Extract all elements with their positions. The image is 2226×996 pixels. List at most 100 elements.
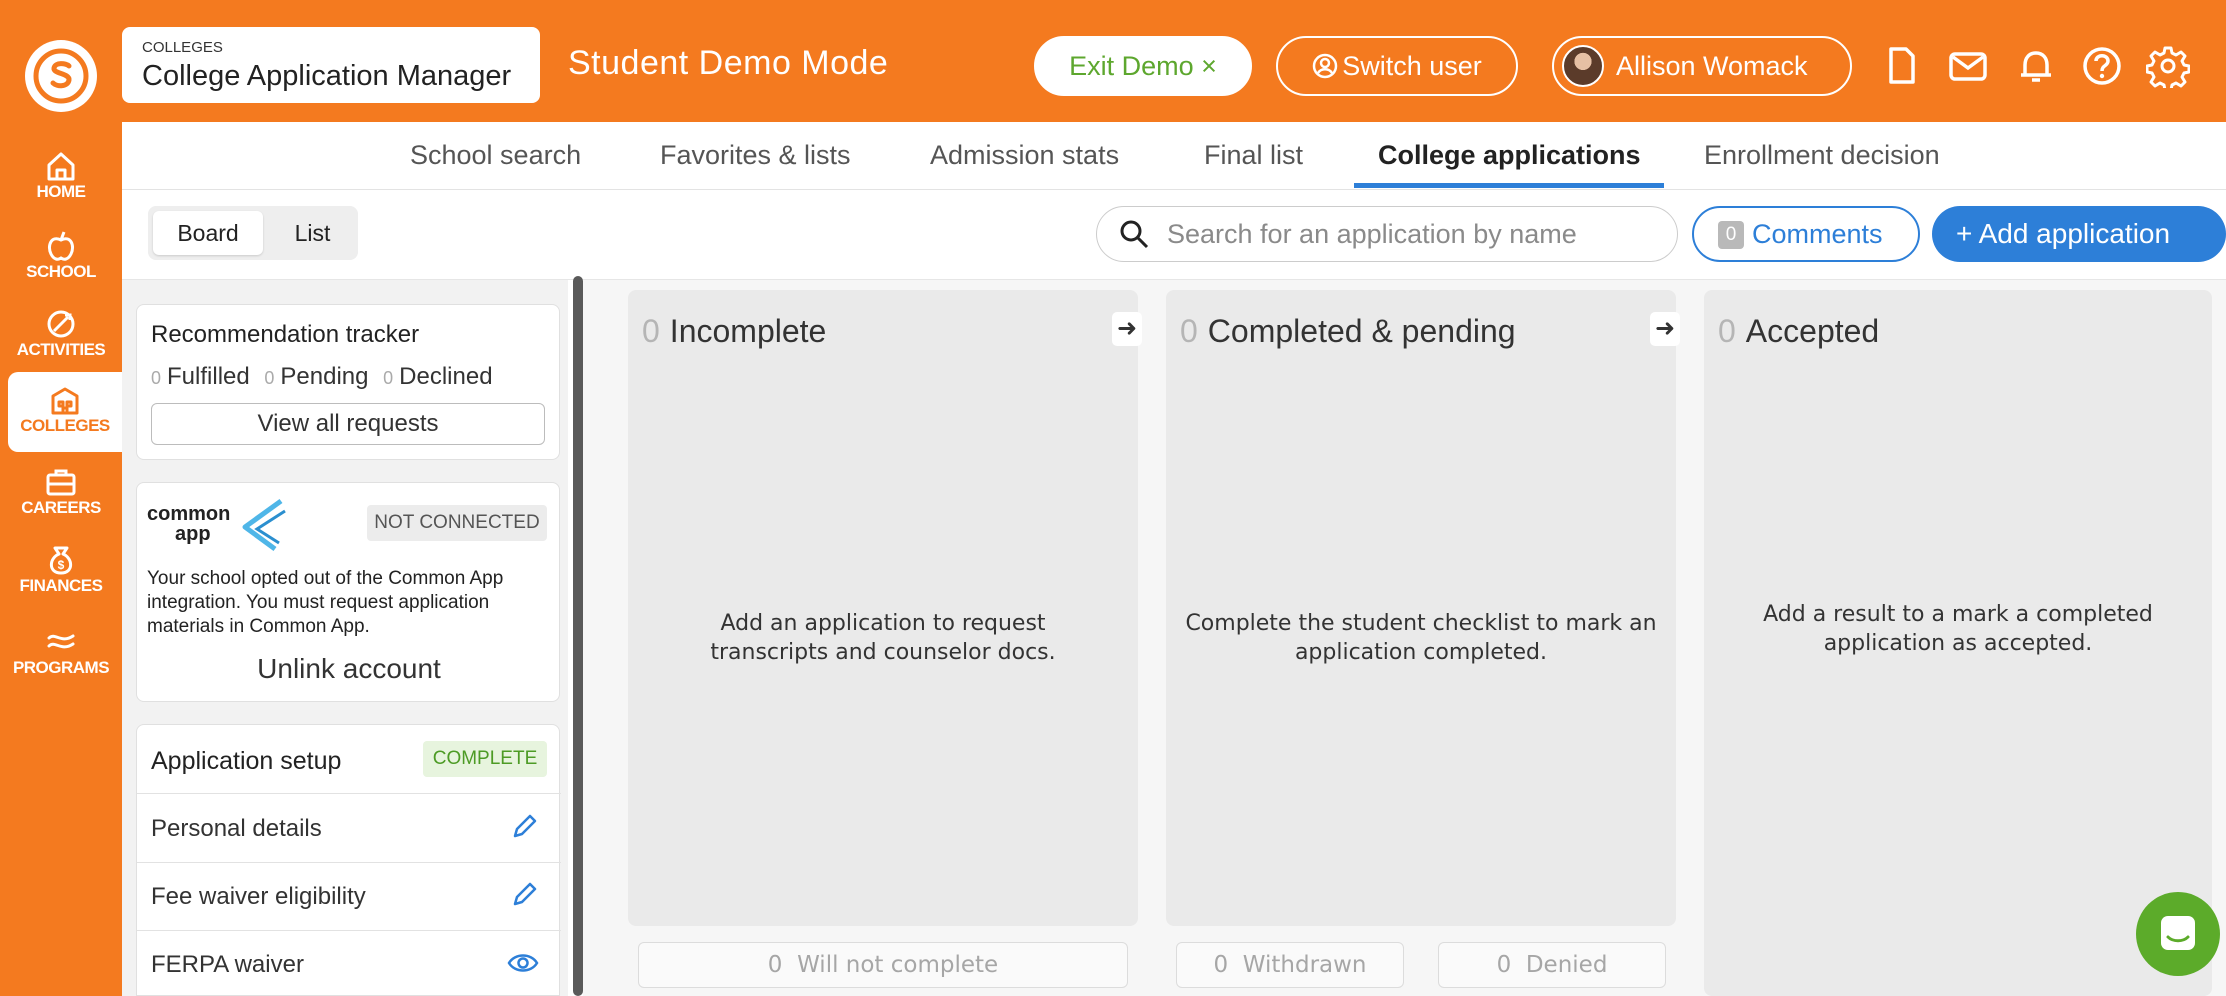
- column-count: 0: [642, 313, 660, 349]
- pending-count: 0: [264, 368, 275, 388]
- active-tab-indicator: [1354, 183, 1664, 188]
- setup-status-badge: COMPLETE: [423, 741, 547, 777]
- user-circle-icon: [1312, 53, 1338, 79]
- document-icon[interactable]: [1880, 44, 1924, 88]
- sidebar-item-label: SCHOOL: [26, 262, 96, 281]
- common-app-card: common app NOT CONNECTED Your school opt…: [136, 482, 560, 702]
- panel-scrollbar[interactable]: [573, 276, 583, 996]
- module-caption: COLLEGES: [142, 39, 223, 56]
- apple-icon: [47, 231, 75, 261]
- sidebar-item-school[interactable]: SCHOOL: [0, 226, 122, 282]
- user-menu-button[interactable]: Allison Womack: [1552, 36, 1852, 96]
- board-view-button[interactable]: Board: [153, 211, 263, 255]
- pencil-icon[interactable]: [509, 812, 539, 842]
- money-bag-icon: $: [49, 546, 73, 575]
- common-app-logo: common app: [147, 497, 297, 557]
- logo-s-icon: [33, 48, 89, 104]
- column-incomplete: [628, 290, 1138, 926]
- move-right-arrow-icon[interactable]: ➜: [1112, 312, 1142, 346]
- sidebar-item-label: HOME: [36, 182, 87, 201]
- application-setup-card: Application setup COMPLETE Personal deta…: [136, 724, 561, 996]
- sidebar-item-programs[interactable]: PROGRAMS: [0, 622, 122, 678]
- chat-icon: [2161, 916, 2195, 950]
- setup-item-ferpa-waiver[interactable]: FERPA waiver: [137, 931, 561, 996]
- bell-icon[interactable]: [2014, 44, 2058, 88]
- sidebar-item-label: CAREERS: [21, 498, 101, 517]
- will-not-complete-bucket[interactable]: 0 Will not complete: [638, 942, 1128, 988]
- setup-item-label: Personal details: [151, 815, 322, 842]
- bucket-count: 0: [1496, 952, 1512, 978]
- pencil-icon[interactable]: [509, 880, 539, 910]
- settings-gear-icon[interactable]: [2146, 44, 2190, 88]
- bucket-label: Denied: [1525, 952, 1608, 978]
- declined-count: 0: [383, 368, 394, 388]
- module-switcher[interactable]: COLLEGES College Application Manager: [122, 27, 540, 103]
- chat-launcher-button[interactable]: [2136, 892, 2220, 976]
- sidebar-item-colleges[interactable]: COLLEGES: [8, 372, 122, 452]
- bucket-label: Withdrawn: [1242, 952, 1367, 978]
- tab-favorites-lists[interactable]: Favorites & lists: [660, 140, 851, 171]
- column-title-text: Accepted: [1745, 313, 1880, 349]
- move-right-arrow-icon[interactable]: ➜: [1650, 312, 1680, 346]
- unlink-account-link[interactable]: Unlink account: [137, 653, 561, 685]
- tab-enrollment-decision[interactable]: Enrollment decision: [1704, 140, 1940, 171]
- app-logo[interactable]: [25, 40, 97, 112]
- fulfilled-label: Fulfilled: [167, 363, 250, 390]
- tab-college-applications[interactable]: College applications: [1378, 140, 1641, 171]
- setup-item-personal-details[interactable]: Personal details: [137, 794, 561, 862]
- denied-bucket[interactable]: 0 Denied: [1438, 942, 1666, 988]
- svg-text:$: $: [58, 558, 65, 572]
- recommendation-tracker-title: Recommendation tracker: [151, 321, 420, 348]
- exit-demo-button[interactable]: Exit Demo ×: [1034, 36, 1252, 96]
- sidebar-item-careers[interactable]: CAREERS: [0, 462, 122, 518]
- common-app-logo-text-2: app: [175, 523, 211, 545]
- switch-user-button[interactable]: Switch user: [1276, 36, 1518, 96]
- activities-icon: [47, 310, 75, 338]
- comments-button[interactable]: 0 Comments: [1692, 206, 1920, 262]
- sidebar-item-label: COLLEGES: [20, 416, 110, 435]
- sidebar-item-home[interactable]: HOME: [0, 146, 122, 202]
- common-app-message: Your school opted out of the Common App …: [147, 568, 504, 637]
- comments-count-badge: 0: [1718, 221, 1744, 249]
- recommendation-tracker-card: Recommendation tracker 0 Fulfilled 0 Pendi…: [136, 304, 560, 460]
- sidebar-item-label: PROGRAMS: [12, 658, 110, 677]
- declined-label: Declined: [399, 363, 493, 390]
- column-count: 0: [1180, 313, 1198, 349]
- common-app-logo-mark-icon: [242, 498, 286, 552]
- column-title-text: Completed & pending: [1207, 313, 1516, 349]
- sidebar-item-activities[interactable]: ACTIVITIES: [0, 304, 122, 360]
- view-all-requests-button[interactable]: View all requests: [151, 403, 545, 445]
- column-title-completed-pending: 0 Completed & pending: [1180, 313, 1516, 350]
- fulfilled-count: 0: [151, 368, 162, 388]
- sidebar: HOME SCHOOL ACTIVITIES COLLEGES CAREERS …: [0, 0, 122, 996]
- bucket-count: 0: [1213, 952, 1229, 978]
- column-empty-message: Complete the student checklist to mark a…: [1185, 611, 1657, 665]
- sidebar-item-finances[interactable]: $ FINANCES: [0, 540, 122, 596]
- search-box: [1096, 206, 1678, 262]
- mail-icon[interactable]: [1946, 44, 1990, 88]
- programs-icon: [47, 634, 75, 649]
- search-icon: [1120, 220, 1149, 249]
- column-empty-message: Add an application to request transcript…: [710, 611, 1056, 665]
- column-title-text: Incomplete: [669, 313, 827, 349]
- setup-item-fee-waiver[interactable]: Fee waiver eligibility: [137, 863, 561, 931]
- comments-label: Comments: [1752, 219, 1883, 249]
- eye-icon[interactable]: [507, 949, 539, 977]
- college-building-icon: [51, 387, 79, 415]
- tab-final-list[interactable]: Final list: [1204, 140, 1303, 171]
- application-setup-title: Application setup: [151, 747, 342, 775]
- help-icon[interactable]: [2080, 44, 2124, 88]
- add-application-button[interactable]: + Add application: [1932, 206, 2226, 262]
- column-completed-pending: [1166, 290, 1676, 926]
- search-input[interactable]: [1167, 217, 1657, 251]
- briefcase-icon: [46, 469, 76, 496]
- switch-user-label: Switch user: [1342, 51, 1482, 81]
- tab-school-search[interactable]: School search: [410, 140, 581, 171]
- column-title-incomplete: 0 Incomplete: [642, 313, 826, 350]
- demo-mode-label: Student Demo Mode: [568, 44, 889, 82]
- sidebar-item-label: ACTIVITIES: [16, 340, 106, 359]
- tab-admission-stats[interactable]: Admission stats: [930, 140, 1119, 171]
- list-view-button[interactable]: List: [270, 211, 355, 255]
- withdrawn-bucket[interactable]: 0 Withdrawn: [1176, 942, 1404, 988]
- setup-item-label: FERPA waiver: [151, 951, 304, 978]
